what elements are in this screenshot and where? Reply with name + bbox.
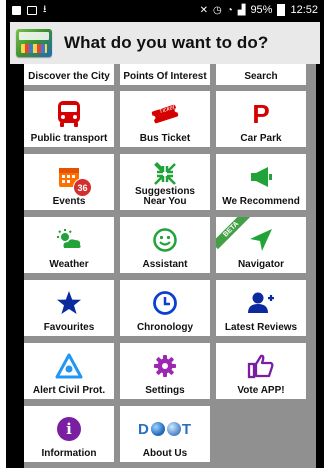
- dsot-logo-icon: DT: [135, 415, 195, 443]
- tile-label: Car Park: [240, 133, 282, 144]
- tile-label: Discover the City: [28, 71, 110, 82]
- menu-grid-area[interactable]: Discover the City Points Of Interest Sea…: [24, 64, 316, 468]
- info-glyph: i: [66, 420, 72, 438]
- tile-suggestions-near-you[interactable]: Suggestions Near You: [120, 154, 210, 210]
- tile-alert-civil-protection[interactable]: Alert Civil Prot.: [24, 343, 114, 399]
- gallery-icon: [27, 5, 37, 15]
- tile-assistant[interactable]: Assistant: [120, 217, 210, 273]
- alert-icon: [54, 352, 84, 380]
- tile-label: Information: [41, 448, 97, 459]
- globe-icon: [166, 421, 181, 436]
- mute-icon: ✕: [199, 4, 208, 16]
- tile-discover-city[interactable]: Discover the City: [24, 64, 114, 85]
- globe-icon: [150, 421, 165, 436]
- tile-label: We Recommend: [222, 196, 300, 207]
- tile-weather[interactable]: Weather: [24, 217, 114, 273]
- gear-icon: [150, 352, 180, 380]
- tile-vote-app[interactable]: Vote APP!: [216, 343, 306, 399]
- tile-points-of-interest[interactable]: Points Of Interest: [120, 64, 210, 85]
- tile-label: Settings: [145, 385, 185, 396]
- tile-label: Chronology: [136, 322, 194, 333]
- info-icon: i: [54, 415, 84, 443]
- smiley-icon: [150, 226, 180, 254]
- status-left-icons: ⭳: [12, 2, 47, 19]
- ticket-icon: Ticket: [150, 100, 180, 128]
- bus-icon: [54, 100, 84, 128]
- navigator-icon: [246, 226, 276, 254]
- add-user-icon: [246, 289, 276, 317]
- notification-icon: [12, 5, 21, 15]
- clock-time: 12:52: [290, 4, 318, 16]
- thumbs-up-icon: [246, 352, 276, 380]
- weather-icon: [54, 226, 84, 254]
- parking-icon: P: [246, 98, 276, 129]
- clock-icon: [150, 289, 180, 317]
- tile-label: Points Of Interest: [123, 71, 207, 82]
- tile-label: Vote APP!: [237, 385, 285, 396]
- tile-latest-reviews[interactable]: Latest Reviews: [216, 280, 306, 336]
- tile-label: Suggestions Near You: [134, 186, 195, 207]
- tile-car-park[interactable]: P Car Park: [216, 91, 306, 147]
- tile-label: Search: [244, 71, 278, 82]
- app-header: What do you want to do?: [10, 22, 320, 64]
- upload-icon: ⭳: [43, 3, 47, 15]
- tile-settings[interactable]: Settings: [120, 343, 210, 399]
- tile-label: Weather: [49, 259, 89, 270]
- page-title: What do you want to do?: [64, 33, 269, 52]
- tile-chronology[interactable]: Chronology: [120, 280, 210, 336]
- wifi-icon: ◔: [226, 4, 233, 16]
- arrows-in-icon: [150, 160, 180, 188]
- alarm-icon: ◷: [212, 4, 222, 16]
- parking-glyph: P: [252, 98, 270, 129]
- status-bar: ⭳ ✕ ◷ ◔ ▟ 95% 12:52: [6, 0, 324, 20]
- tile-about-us[interactable]: DT About Us: [120, 406, 210, 462]
- megaphone-icon: [246, 163, 276, 191]
- battery-percent: 95%: [250, 4, 273, 16]
- signal-icon: ▟: [237, 4, 246, 16]
- tile-label: Bus Ticket: [139, 133, 191, 144]
- logo-letter-t: T: [181, 420, 192, 438]
- tile-label: Latest Reviews: [224, 322, 298, 333]
- logo-text: DT: [138, 421, 192, 438]
- tile-events[interactable]: 36 Events: [24, 154, 114, 210]
- star-icon: [54, 289, 84, 317]
- logo-letter-d: D: [137, 420, 150, 438]
- tile-bus-ticket[interactable]: Ticket Bus Ticket: [120, 91, 210, 147]
- tile-public-transport[interactable]: Public transport: [24, 91, 114, 147]
- tile-search[interactable]: Search: [216, 64, 306, 85]
- tile-label: Alert Civil Prot.: [32, 385, 106, 396]
- calendar-icon: 36: [54, 163, 92, 197]
- tile-label: Assistant: [142, 259, 188, 270]
- app-logo-icon[interactable]: [16, 29, 52, 57]
- tile-information[interactable]: i Information: [24, 406, 114, 462]
- events-count-badge: 36: [73, 178, 92, 197]
- phone-screen: ⭳ ✕ ◷ ◔ ▟ 95% 12:52 What do you want to …: [0, 0, 331, 468]
- tile-label: Navigator: [237, 259, 285, 270]
- tile-navigator[interactable]: BETA Navigator: [216, 217, 306, 273]
- menu-grid: Discover the City Points Of Interest Sea…: [24, 64, 316, 468]
- tile-label: Events: [52, 196, 86, 207]
- tile-we-recommend[interactable]: We Recommend: [216, 154, 306, 210]
- tile-label: Favourites: [43, 322, 95, 333]
- status-right-icons: ✕ ◷ ◔ ▟ 95% 12:52: [200, 4, 318, 16]
- tile-label: About Us: [142, 448, 188, 459]
- tile-favourites[interactable]: Favourites: [24, 280, 114, 336]
- battery-icon: [277, 4, 286, 16]
- tile-label: Public transport: [30, 133, 108, 144]
